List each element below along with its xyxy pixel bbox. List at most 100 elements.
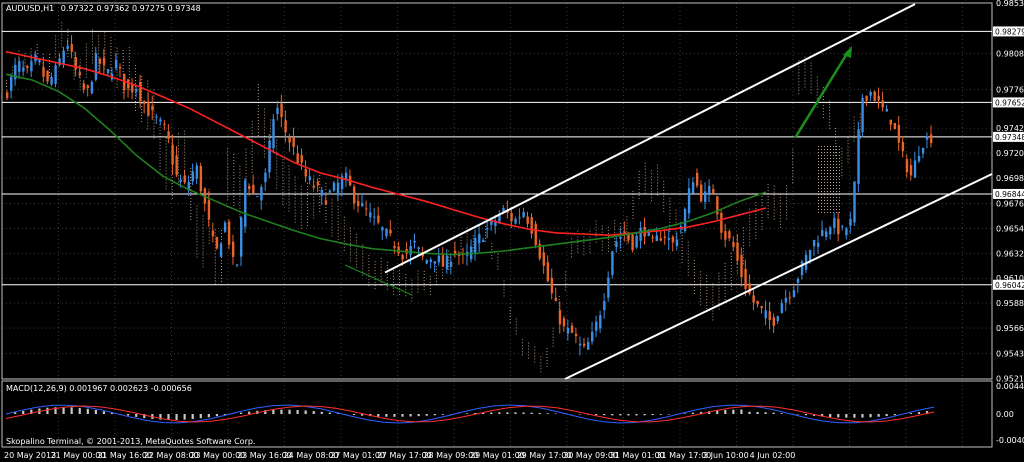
cloud-dot (644, 183, 646, 185)
cloud-dot (165, 143, 167, 145)
cloud-dot (847, 158, 849, 160)
cloud-dot (349, 236, 351, 238)
cloud-dot (190, 167, 192, 169)
price-tick-label: 0.96320 (996, 249, 1024, 258)
macd-histogram-bar (853, 414, 856, 418)
candle-body (659, 238, 663, 241)
cloud-dot (214, 262, 216, 264)
cloud-dot (55, 56, 57, 58)
cloud-dot (165, 170, 167, 172)
cloud-dot (687, 265, 689, 267)
cloud-dot (833, 197, 834, 198)
candle-body (542, 252, 546, 266)
cloud-dot (681, 232, 683, 234)
cloud-dot (816, 94, 818, 96)
cloud-dot (190, 170, 192, 172)
candle-body (159, 119, 162, 122)
candle-body (385, 228, 388, 237)
candle-body (6, 92, 9, 99)
cloud-dot (122, 58, 124, 60)
candle-body (873, 91, 876, 101)
cloud-dot (779, 202, 781, 204)
cloud-dot (116, 50, 118, 52)
candle-body (70, 44, 73, 52)
macd-histogram-bar (877, 414, 880, 417)
cloud-dot (798, 72, 800, 74)
cloud-dot (429, 279, 431, 281)
cloud-dot (601, 240, 603, 242)
candle-body (897, 125, 901, 143)
cloud-dot (833, 149, 834, 150)
candle-body (381, 227, 384, 231)
cloud-dot (380, 266, 382, 268)
cloud-dot (706, 281, 708, 283)
cloud-dot (730, 285, 732, 287)
cloud-dot (693, 262, 695, 264)
candle-body (482, 240, 485, 243)
cloud-dot (755, 202, 757, 204)
cloud-dot (300, 212, 302, 214)
cloud-dot (374, 288, 376, 290)
cloud-dot (626, 225, 628, 227)
candle-body (94, 53, 98, 80)
cloud-dot (380, 278, 382, 280)
candle-body (147, 101, 150, 116)
cloud-dot (786, 212, 788, 214)
candle-body (248, 186, 251, 190)
cloud-dot (827, 191, 828, 192)
cloud-dot (650, 197, 652, 199)
cloud-dot (165, 146, 167, 148)
cloud-dot (134, 73, 136, 75)
cloud-dot (706, 293, 708, 295)
candle-body (663, 236, 667, 239)
cloud-dot (792, 173, 794, 175)
cloud-dot (724, 262, 726, 264)
candle-body (308, 176, 312, 180)
cloud-dot (177, 169, 179, 171)
cloud-dot (110, 69, 112, 71)
cloud-dot (343, 219, 345, 221)
cloud-dot (767, 208, 769, 210)
cloud-dot (810, 65, 812, 67)
cloud-dot (824, 203, 825, 204)
macd-histogram-bar (498, 412, 501, 414)
cloud-dot (331, 226, 333, 228)
cloud-dot (792, 176, 794, 178)
cloud-dot (810, 92, 812, 94)
cloud-dot (521, 351, 523, 353)
cloud-dot (214, 268, 216, 270)
cloud-dot (847, 137, 849, 139)
cloud-dot (306, 200, 308, 202)
cloud-dot (190, 215, 192, 217)
cloud-dot (128, 68, 130, 70)
macd-histogram-bar (465, 413, 469, 414)
cloud-dot (374, 279, 376, 281)
cloud-dot (755, 208, 757, 210)
cloud-dot (830, 173, 831, 174)
cloud-dot (73, 57, 75, 59)
cloud-dot (818, 164, 819, 165)
cloud-dot (85, 76, 87, 78)
macd-histogram-bar (861, 414, 864, 418)
candle-body (800, 261, 804, 276)
candle-body (478, 234, 481, 244)
cloud-dot (159, 156, 161, 158)
cloud-dot (786, 191, 788, 193)
candle-body (199, 165, 203, 192)
cloud-dot (313, 190, 315, 192)
macd-histogram-bar (288, 409, 291, 414)
cloud-dot (411, 300, 413, 302)
cloud-dot (190, 212, 192, 214)
cloud-dot (282, 162, 284, 164)
cloud-dot (263, 141, 265, 143)
cloud-dot (282, 183, 284, 185)
macd-histogram-bar (595, 414, 598, 416)
cloud-dot (724, 277, 726, 279)
cloud-dot (687, 244, 689, 246)
cloud-dot (534, 346, 536, 348)
cloud-dot (607, 250, 609, 252)
cloud-dot (700, 295, 702, 297)
cloud-dot (91, 29, 93, 31)
cloud-dot (827, 197, 828, 198)
cloud-dot (423, 274, 425, 276)
